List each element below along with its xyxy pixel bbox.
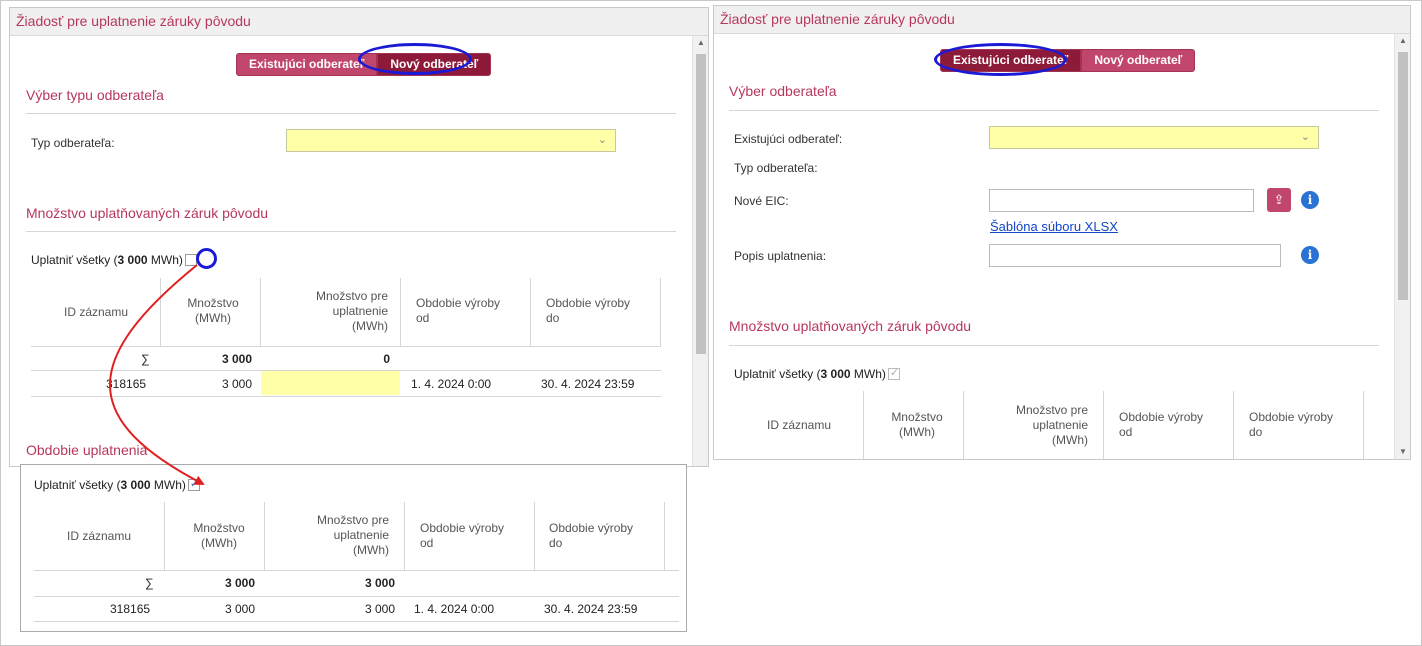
annotation-arrow	[109, 264, 205, 485]
